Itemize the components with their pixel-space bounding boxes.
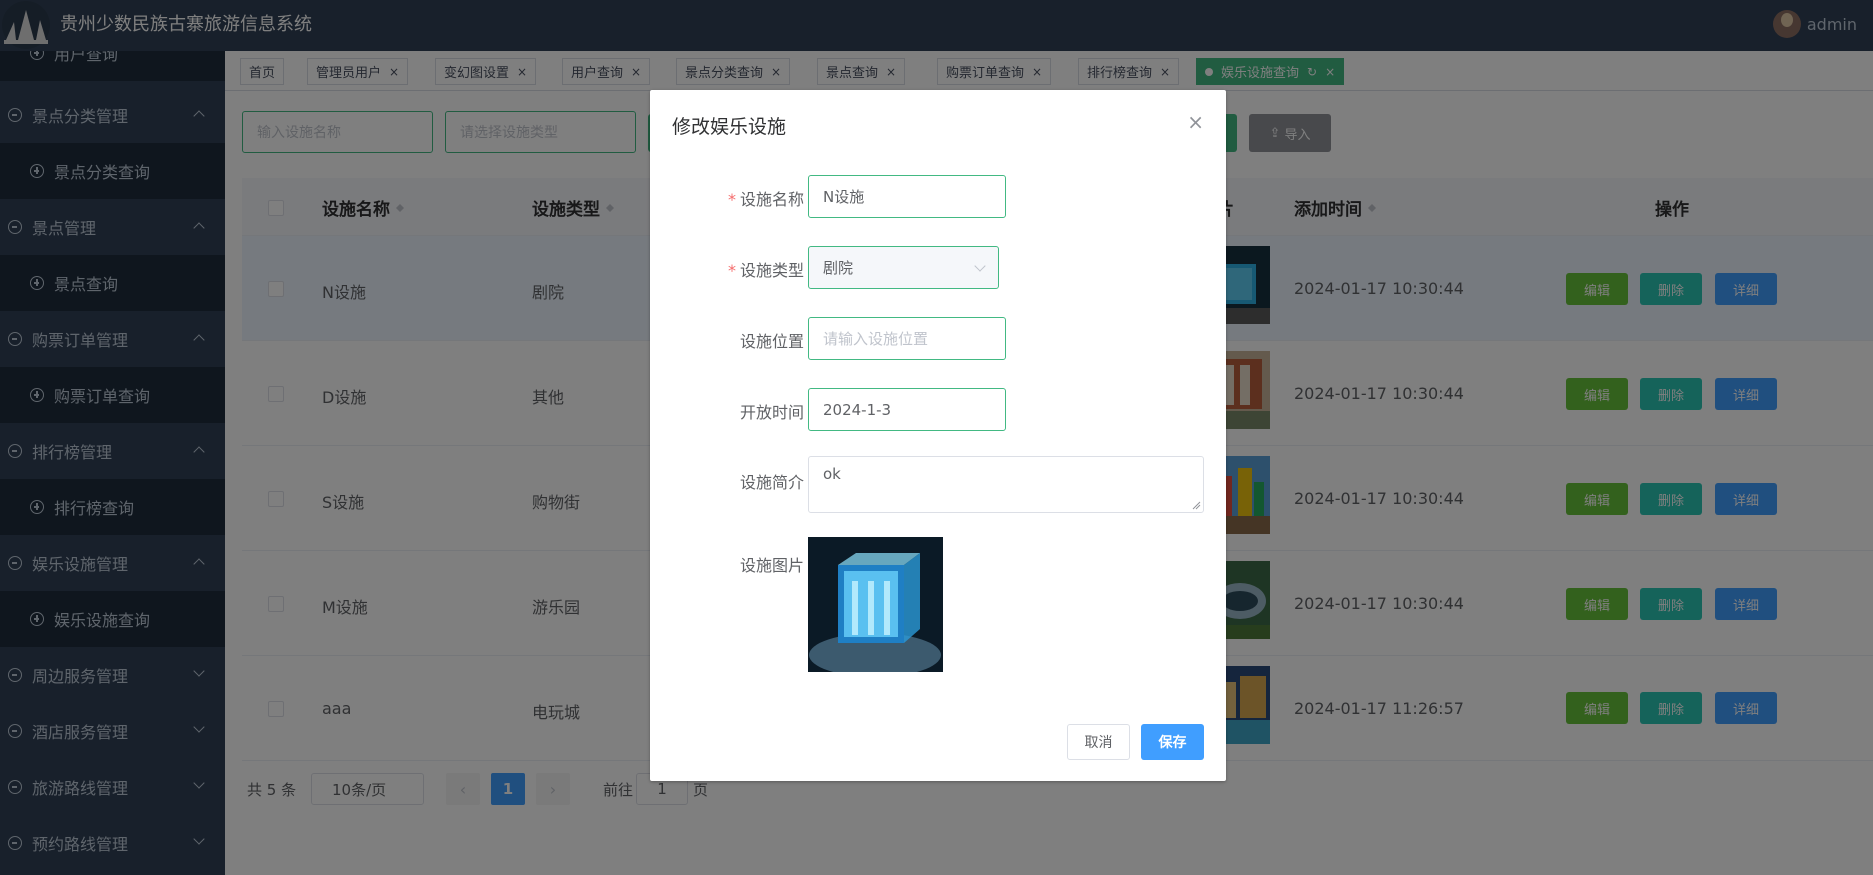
edit-facility-dialog: 修改娱乐设施 × * 设施名称 N设施 * 设施类型 剧院 设施位置 请输入设施位置… xyxy=(650,90,1226,781)
dialog-title: 修改娱乐设施 xyxy=(672,116,787,138)
open-time-input[interactable]: 2024-1-3 xyxy=(808,388,1006,431)
field-label-type: * 设施类型 xyxy=(644,257,804,281)
facility-image-upload[interactable] xyxy=(808,537,943,672)
field-label-intro: 设施简介 xyxy=(644,469,804,493)
required-mark: * xyxy=(727,190,736,209)
label-text: 设施简介 xyxy=(739,473,804,492)
facility-name-input[interactable]: N设施 xyxy=(808,175,1006,218)
label-text: 设施名称 xyxy=(739,190,804,209)
field-label-image: 设施图片 xyxy=(644,552,804,576)
label-text: 设施类型 xyxy=(739,261,804,280)
facility-intro-textarea[interactable]: ok xyxy=(808,456,1204,513)
label-text: 设施图片 xyxy=(739,556,804,575)
close-icon[interactable]: × xyxy=(1187,112,1204,132)
select-value: 剧院 xyxy=(823,259,854,277)
textarea-value: ok xyxy=(823,465,841,483)
label-text: 设施位置 xyxy=(739,332,804,351)
required-mark: * xyxy=(727,261,736,280)
field-label-name: * 设施名称 xyxy=(644,186,804,210)
facility-type-select[interactable]: 剧院 xyxy=(808,246,999,289)
label-text: 开放时间 xyxy=(739,403,804,422)
resize-grip-icon[interactable] xyxy=(1191,500,1201,510)
facility-location-input[interactable]: 请输入设施位置 xyxy=(808,317,1006,360)
save-button[interactable]: 保存 xyxy=(1141,724,1204,760)
chevron-down-icon xyxy=(974,260,986,272)
field-label-open-time: 开放时间 xyxy=(644,399,804,423)
field-label-location: 设施位置 xyxy=(644,328,804,352)
cancel-button[interactable]: 取消 xyxy=(1067,724,1130,760)
